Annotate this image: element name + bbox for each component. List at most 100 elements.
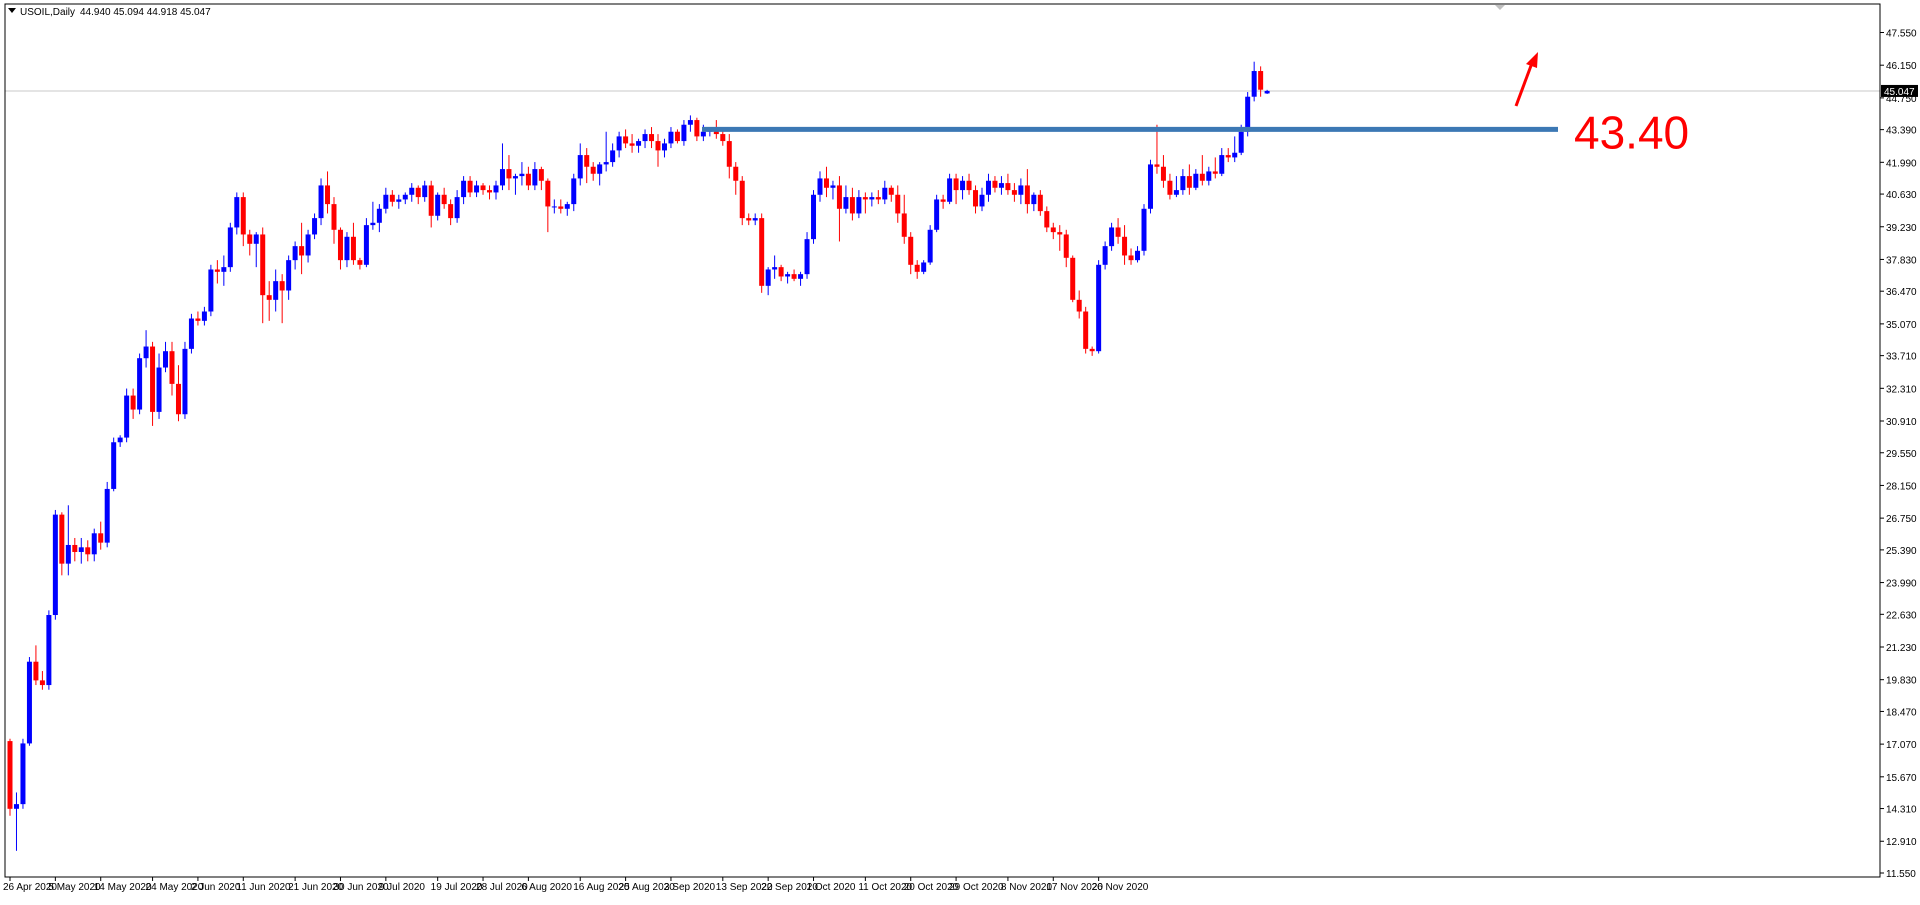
candle-body [1109,227,1115,247]
time-tick-label: 2 Jun 2020 [191,882,241,893]
price-tick-label: 30.910 [1886,417,1917,428]
candle-body [674,131,680,142]
candle-body [746,218,752,221]
candle-body [1031,194,1037,205]
time-tick-label: 11 Jun 2020 [236,882,291,893]
chart-window[interactable]: 47.550 46.150 44.750 43.390 41.990 40.630 39.2… [0,0,1920,900]
candle-body [137,358,143,410]
candle-body [778,267,784,277]
price-tick-label: 40.630 [1886,190,1917,201]
candle-body [1251,71,1257,97]
candle-body [1018,185,1024,195]
candle-body [318,185,324,219]
candle-body [1238,131,1244,153]
price-tick-label: 32.310 [1886,384,1917,395]
candle-body [862,197,868,200]
price-tick-label: 39.230 [1886,223,1917,234]
candle-body [1167,180,1173,195]
candle-body [558,206,564,209]
candle-body [1070,257,1076,300]
price-tick-label: 17.070 [1886,740,1917,751]
candle-body [519,173,525,177]
resistance-annotation: 43.40 [1574,106,1689,158]
candle-body [895,194,901,214]
candle-body [325,185,331,205]
candle-body [1122,236,1128,256]
candle-body [836,185,842,209]
candle-body [266,295,272,300]
candle-body [856,197,862,214]
candle-body [681,124,687,142]
candle-body [305,234,311,256]
candle-body [934,199,940,230]
candle-body [726,141,732,167]
candle-body [1232,152,1238,158]
candle-body [1083,311,1089,349]
candle-body [694,120,700,137]
candle-body [221,267,227,272]
candle-body [921,262,927,272]
candle-body [383,194,389,209]
price-tick-label: 18.470 [1886,707,1917,718]
candle-body [493,185,499,193]
candle-body [292,246,298,261]
price-tick-label: 46.150 [1886,61,1917,72]
candle-body [150,346,156,412]
candle-body [564,204,570,209]
candle-body [422,185,428,198]
candle-body [551,206,557,208]
candle-body [467,180,473,193]
candle-body [376,208,382,223]
time-tick-label: 6 Aug 2020 [521,882,572,893]
candle-body [1011,190,1017,195]
candle-body [1063,234,1069,258]
time-tick-label: 28 Jul 2020 [476,882,528,893]
candle-body [914,264,920,272]
candle-body [577,155,583,179]
candle-body [1024,185,1030,205]
candle-body [590,166,596,174]
candle-body [1186,176,1192,188]
candle-body [299,246,305,256]
candle-body [448,204,454,219]
candle-body [1193,173,1199,188]
price-tick-label: 19.830 [1886,676,1917,687]
candle-body [623,136,629,144]
candle-body [130,395,136,410]
candle-body [1076,299,1082,312]
candle-body [733,166,739,181]
candle-body [603,162,609,165]
candle-body [156,367,162,412]
candle-body [817,178,823,195]
time-tick-label: 14 May 2020 [94,882,152,893]
candle-body [441,194,447,205]
symbol-caption: USOIL,Daily [20,7,75,18]
price-tick-label: 28.150 [1886,481,1917,492]
candle-body [175,383,181,415]
candle-body [636,141,642,146]
candle-body [78,547,84,552]
candle-body [1206,171,1212,181]
candle-body [785,274,791,277]
candle-body [143,346,149,359]
candle-body [811,194,817,240]
candle-body [39,680,45,686]
candle-body [720,134,726,142]
candle-body [571,178,577,205]
candle-body [1096,264,1102,352]
candle-body [13,804,19,809]
candle-body [1173,190,1179,195]
candle-body [357,260,363,265]
candle-body [104,488,110,543]
candle-body [163,351,169,368]
candle-body [435,194,441,216]
candle-body [1057,232,1063,235]
candlestick-chart[interactable]: 47.55046.15044.75043.39041.99040.63039.2… [0,0,1920,900]
time-tick-label: 9 Jul 2020 [379,882,426,893]
candle-body [992,180,998,188]
candle-body [169,351,175,384]
candle-body [668,131,674,144]
candle-body [402,194,408,200]
candle-body [1264,90,1270,94]
candle-body [960,180,966,191]
